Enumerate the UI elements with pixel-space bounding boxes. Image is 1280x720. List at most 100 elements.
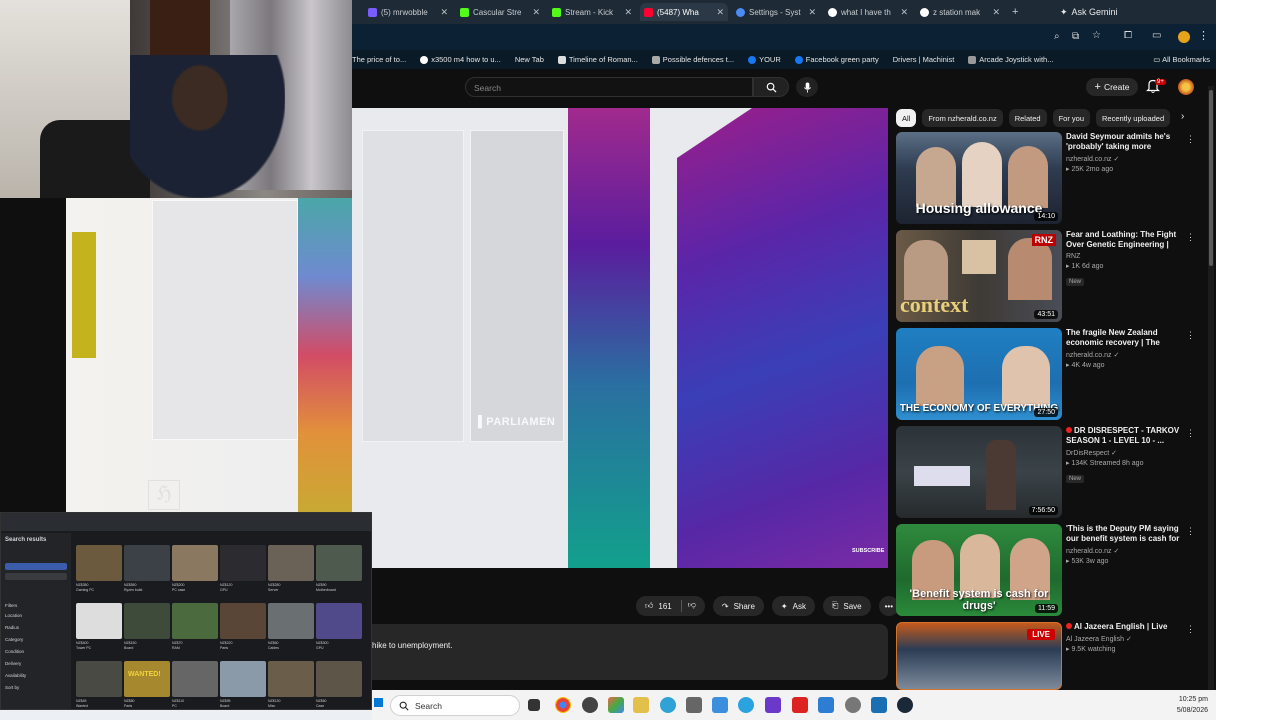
settings-icon[interactable] [845,697,861,713]
browser-tab[interactable]: Cascular Stre ✕ [456,3,544,21]
video-title[interactable]: DR DISRESPECT - TARKOV SEASON 1 - LEVEL … [1066,426,1184,446]
mini-listing-card[interactable] [76,661,122,697]
bookmark-item[interactable]: x3500 m4 how to u... [420,55,501,64]
chip-all[interactable]: All [896,109,917,127]
bookmark-item[interactable]: Drivers | Machinist [893,55,955,64]
browser-tab[interactable]: Settings - Syst ✕ [732,3,820,21]
mini-listing-card[interactable] [220,545,266,581]
close-icon[interactable]: ✕ [624,7,632,18]
bookmark-item[interactable]: Facebook green party [794,55,879,64]
like-button[interactable]: 👍︎ 161 👎︎ [636,596,705,616]
mini-listing-card[interactable] [220,661,266,697]
channel-name[interactable]: DrDisRespect ✓ [1066,449,1184,457]
video-title[interactable]: Fear and Loathing: The Fight Over Geneti… [1066,230,1184,250]
video-title[interactable]: Al Jazeera English | Live [1066,622,1184,632]
mini-listing-card[interactable] [172,545,218,581]
video-title[interactable]: David Seymour admits he's 'probably' tak… [1066,132,1184,152]
chip-related[interactable]: Related [1008,109,1047,127]
app-icon[interactable] [712,697,728,713]
more-icon[interactable]: ⋮ [1186,232,1195,243]
telegram-icon[interactable] [738,697,754,713]
recommendation-item[interactable]: Housing allowance 14:10 David Seymour ad… [896,132,1208,224]
edge-icon[interactable] [660,697,676,713]
profile-avatar[interactable] [1178,31,1190,43]
menu-icon[interactable]: ⋮ [1198,29,1209,42]
mini-listing-card[interactable] [316,603,362,639]
mini-listing-card[interactable] [124,545,170,581]
recommendation-item[interactable]: 'Benefit system is cash for drugs' 11:59… [896,524,1208,616]
close-icon[interactable]: ✕ [900,7,908,18]
channel-name[interactable]: nzherald.co.nz ✓ [1066,155,1184,163]
more-icon[interactable]: ⋮ [1186,526,1195,537]
photos-icon[interactable] [608,697,624,713]
zoom-icon[interactable]: ⌕ [1054,31,1060,42]
video-player[interactable] [352,108,888,568]
mini-side-item[interactable]: Delivery [5,661,21,666]
mini-side-item[interactable]: Location [5,613,22,618]
create-button[interactable]: + Create [1086,78,1138,96]
close-icon[interactable]: ✕ [992,7,1000,18]
taskbar-clock[interactable]: 10:25 pm 5/08/2026 [1162,694,1208,716]
chevron-right-icon[interactable]: › [1181,111,1184,122]
browser-tab[interactable]: z station mak ✕ [916,3,1004,21]
mini-side-item[interactable]: Category [5,637,23,642]
mini-listing-card[interactable] [268,545,314,581]
extensions-icon[interactable]: ⧠ [1124,30,1132,41]
mini-listing-card[interactable] [124,603,170,639]
app-icon[interactable] [871,697,887,713]
bookmark-item[interactable]: The price of to... [352,55,406,64]
chip-for-you[interactable]: For you [1052,109,1091,127]
app-icon[interactable] [765,697,781,713]
mini-listing-card[interactable] [268,603,314,639]
start-icon[interactable] [374,698,383,707]
task-view-icon[interactable] [528,699,540,711]
video-description[interactable]: hike to unemployment. [364,624,888,680]
more-icon[interactable]: ⋮ [1186,428,1195,439]
browser-tab[interactable]: what I have th ✕ [824,3,912,21]
close-icon[interactable]: ✕ [440,7,448,18]
bookmark-item[interactable]: Arcade Joystick with... [968,55,1053,64]
share-button[interactable]: ↷ Share [712,596,764,616]
more-icon[interactable]: ⋮ [1186,330,1195,341]
mini-listing-card[interactable] [268,661,314,697]
more-icon[interactable]: ⋮ [1186,134,1195,145]
mini-button[interactable] [5,563,67,570]
close-icon[interactable]: ✕ [808,7,816,18]
mini-listing-card[interactable] [76,603,122,639]
mini-listing-card[interactable] [172,661,218,697]
mini-listing-card[interactable] [316,545,362,581]
mini-button[interactable] [5,573,67,580]
chip-from-channel[interactable]: From nzherald.co.nz [922,109,1003,127]
search-button[interactable] [753,77,789,97]
sidepanel-icon[interactable]: ▭ [1152,30,1161,41]
steam-icon[interactable] [897,697,913,713]
bookmark-star-icon[interactable]: ☆ [1092,30,1101,41]
recommendation-item[interactable]: RNZ context 43:51 Fear and Loathing: The… [896,230,1208,322]
voice-search-button[interactable] [796,77,818,97]
mini-side-item[interactable]: Condition [5,649,24,654]
all-bookmarks-button[interactable]: ▭ All Bookmarks [1153,55,1210,64]
mini-side-item[interactable]: Filters [5,603,17,608]
scrollbar-thumb[interactable] [1209,90,1213,266]
close-icon[interactable]: ✕ [532,7,540,18]
bookmark-item[interactable]: Timeline of Roman... [557,55,638,64]
channel-name[interactable]: Al Jazeera English ✓ [1066,635,1184,643]
recommendation-item[interactable]: LIVE Al Jazeera English | Live Al Jazeer… [896,622,1208,690]
save-button[interactable]: ⎗ Save [822,596,871,616]
thumbs-down-icon[interactable]: 👎︎ [680,600,696,612]
app-icon[interactable] [582,697,598,713]
mini-side-item[interactable]: Radius [5,625,19,630]
app-icon[interactable] [792,697,808,713]
mini-side-item[interactable]: Sort by [5,685,19,690]
browser-tab[interactable]: (5) mrwobble ✕ [364,3,452,21]
video-title[interactable]: The fragile New Zealand economic recover… [1066,328,1184,348]
channel-name[interactable]: RNZ [1066,253,1184,260]
subscribe-watermark[interactable]: SUBSCRIBE [852,548,884,554]
mini-listing-card[interactable] [172,603,218,639]
channel-name[interactable]: nzherald.co.nz ✓ [1066,547,1184,555]
mini-side-item[interactable]: Availability [5,673,26,678]
mini-listing-card[interactable] [124,661,170,697]
chrome-icon[interactable] [555,697,571,713]
recommendation-item[interactable]: 7:56:50 DR DISRESPECT - TARKOV SEASON 1 … [896,426,1208,518]
recommendation-item[interactable]: THE ECONOMY OF EVERYTHING 27:50 The frag… [896,328,1208,420]
